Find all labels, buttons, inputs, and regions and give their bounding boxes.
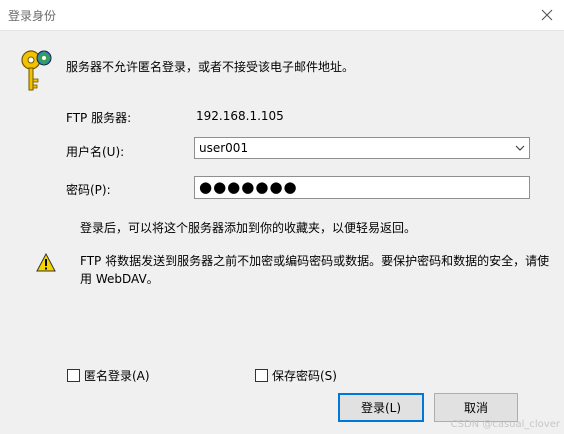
warning-icon bbox=[36, 253, 56, 272]
cancel-button[interactable]: 取消 bbox=[434, 393, 518, 422]
server-value: 192.168.1.105 bbox=[196, 109, 284, 123]
username-label: 用户名(U): bbox=[66, 145, 125, 159]
username-input[interactable]: user001 bbox=[199, 141, 248, 155]
title-bar: 登录身份 bbox=[0, 0, 564, 30]
password-mask: ●●●●●●● bbox=[199, 178, 298, 196]
save-password-checkbox[interactable]: 保存密码(S) bbox=[255, 367, 337, 384]
favorites-hint: 登录后，可以将这个服务器添加到你的收藏夹，以便轻易返回。 bbox=[80, 221, 417, 235]
login-button[interactable]: 登录(L) bbox=[338, 393, 424, 422]
save-password-label[interactable]: 保存密码(S) bbox=[272, 367, 337, 384]
username-combobox[interactable]: user001 bbox=[194, 137, 530, 159]
password-field[interactable]: ●●●●●●● bbox=[194, 176, 530, 199]
close-icon bbox=[541, 9, 553, 21]
save-password-checkbox-box[interactable] bbox=[255, 369, 268, 382]
title-divider bbox=[0, 30, 564, 31]
dropdown-arrow-icon[interactable] bbox=[514, 142, 526, 154]
anonymous-checkbox-box[interactable] bbox=[67, 369, 80, 382]
anonymous-login-label[interactable]: 匿名登录(A) bbox=[84, 367, 150, 384]
close-button[interactable] bbox=[530, 0, 564, 30]
server-message: 服务器不允许匿名登录，或者不接受该电子邮件地址。 bbox=[66, 60, 355, 74]
security-warning: FTP 将数据发送到服务器之前不加密或编码密码或数据。要保护密码和数据的安全，请… bbox=[80, 254, 550, 286]
window-title: 登录身份 bbox=[8, 9, 57, 23]
password-label: 密码(P): bbox=[66, 183, 111, 197]
server-label: FTP 服务器: bbox=[66, 111, 132, 125]
anonymous-login-checkbox[interactable]: 匿名登录(A) bbox=[67, 367, 150, 384]
keys-icon bbox=[21, 50, 52, 91]
watermark: CSDN @casual_clover bbox=[450, 419, 560, 430]
